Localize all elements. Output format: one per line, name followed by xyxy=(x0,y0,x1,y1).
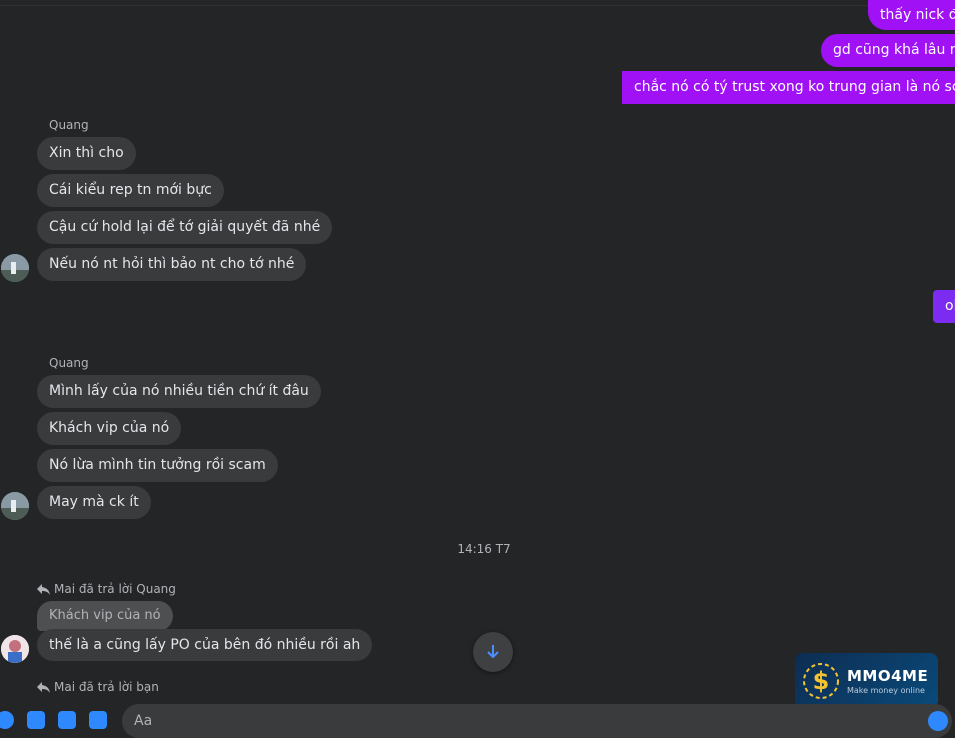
message-text: May mà ck ít xyxy=(49,494,139,510)
timestamp: 14:16 T7 xyxy=(457,542,511,556)
quote-text: Khách vip của nó xyxy=(49,608,161,623)
message-text: gd cũng khá lâu rồi xyxy=(833,42,955,58)
sticker-icon[interactable] xyxy=(58,711,76,729)
outgoing-message[interactable]: gd cũng khá lâu rồi xyxy=(821,34,955,67)
avatar[interactable] xyxy=(1,492,29,520)
arrow-down-icon xyxy=(487,645,499,659)
sender-name: Quang xyxy=(49,118,89,132)
message-text: Nó lừa mình tin tưởng rồi scam xyxy=(49,457,266,473)
outgoing-message[interactable]: chắc nó có tý trust xong ko trung gian l… xyxy=(622,71,955,104)
reply-label-text: Mai đã trả lời Quang xyxy=(54,582,176,596)
message-text: Khách vip của nó xyxy=(49,420,170,436)
incoming-message[interactable]: Nếu nó nt hỏi thì bảo nt cho tớ nhé xyxy=(37,248,307,281)
watermark-subtitle: Make money online xyxy=(847,685,925,695)
avatar[interactable] xyxy=(1,254,29,282)
outgoing-message[interactable]: thấy nick đó xyxy=(868,0,955,30)
message-text: Nếu nó nt hỏi thì bảo nt cho tớ nhé xyxy=(49,256,295,272)
message-text: thấy nick đó xyxy=(880,7,955,23)
outgoing-message[interactable]: ok xyxy=(933,290,955,323)
incoming-message[interactable]: Mình lấy của nó nhiều tiền chứ ít đâu xyxy=(37,375,321,408)
avatar-photo-icon xyxy=(1,635,29,663)
watermark-title: MMO4ME xyxy=(847,666,929,685)
dollar-logo-icon: $ xyxy=(803,662,839,699)
message-text: thế là a cũng lấy PO của bên đó nhiều rồ… xyxy=(49,637,361,653)
message-text: chắc nó có tý trust xong ko trung gian l… xyxy=(634,79,955,95)
message-text: Cậu cứ hold lại để tớ giải quyết đã nhé xyxy=(49,219,321,235)
message-text: Mình lấy của nó nhiều tiền chứ ít đâu xyxy=(49,383,309,399)
incoming-message[interactable]: Khách vip của nó xyxy=(37,412,182,445)
message-text: Cái kiểu rep tn mới bực xyxy=(49,182,212,198)
reply-arrow-icon xyxy=(37,583,50,595)
incoming-message[interactable]: Cậu cứ hold lại để tớ giải quyết đã nhé xyxy=(37,211,333,244)
mmo4me-watermark: $ MMO4ME Make money online xyxy=(795,653,938,708)
incoming-message[interactable]: Nó lừa mình tin tưởng rồi scam xyxy=(37,449,278,482)
message-text: Xin thì cho xyxy=(49,145,124,161)
reply-label: Mai đã trả lời Quang xyxy=(37,582,176,596)
image-icon[interactable] xyxy=(27,711,45,729)
gif-icon[interactable] xyxy=(89,711,107,729)
reply-label-text: Mai đã trả lời bạn xyxy=(54,680,159,694)
svg-text:$: $ xyxy=(813,667,830,695)
avatar-photo-icon xyxy=(1,254,29,282)
emoji-icon[interactable] xyxy=(928,711,948,731)
reply-label: Mai đã trả lời bạn xyxy=(37,680,159,694)
avatar-photo-icon xyxy=(1,492,29,520)
add-icon[interactable] xyxy=(0,711,14,729)
message-text: ok xyxy=(945,298,955,314)
scroll-to-bottom-button[interactable] xyxy=(473,632,513,672)
reply-quote[interactable]: Khách vip của nó xyxy=(37,601,173,631)
incoming-message[interactable]: Cái kiểu rep tn mới bực xyxy=(37,174,224,207)
incoming-message[interactable]: thế là a cũng lấy PO của bên đó nhiều rồ… xyxy=(37,629,373,661)
avatar[interactable] xyxy=(1,635,29,663)
incoming-message[interactable]: May mà ck ít xyxy=(37,486,151,519)
top-divider xyxy=(0,5,955,6)
message-input[interactable] xyxy=(122,704,952,738)
sender-name: Quang xyxy=(49,356,89,370)
reply-arrow-icon xyxy=(37,681,50,693)
incoming-message[interactable]: Xin thì cho xyxy=(37,137,136,170)
